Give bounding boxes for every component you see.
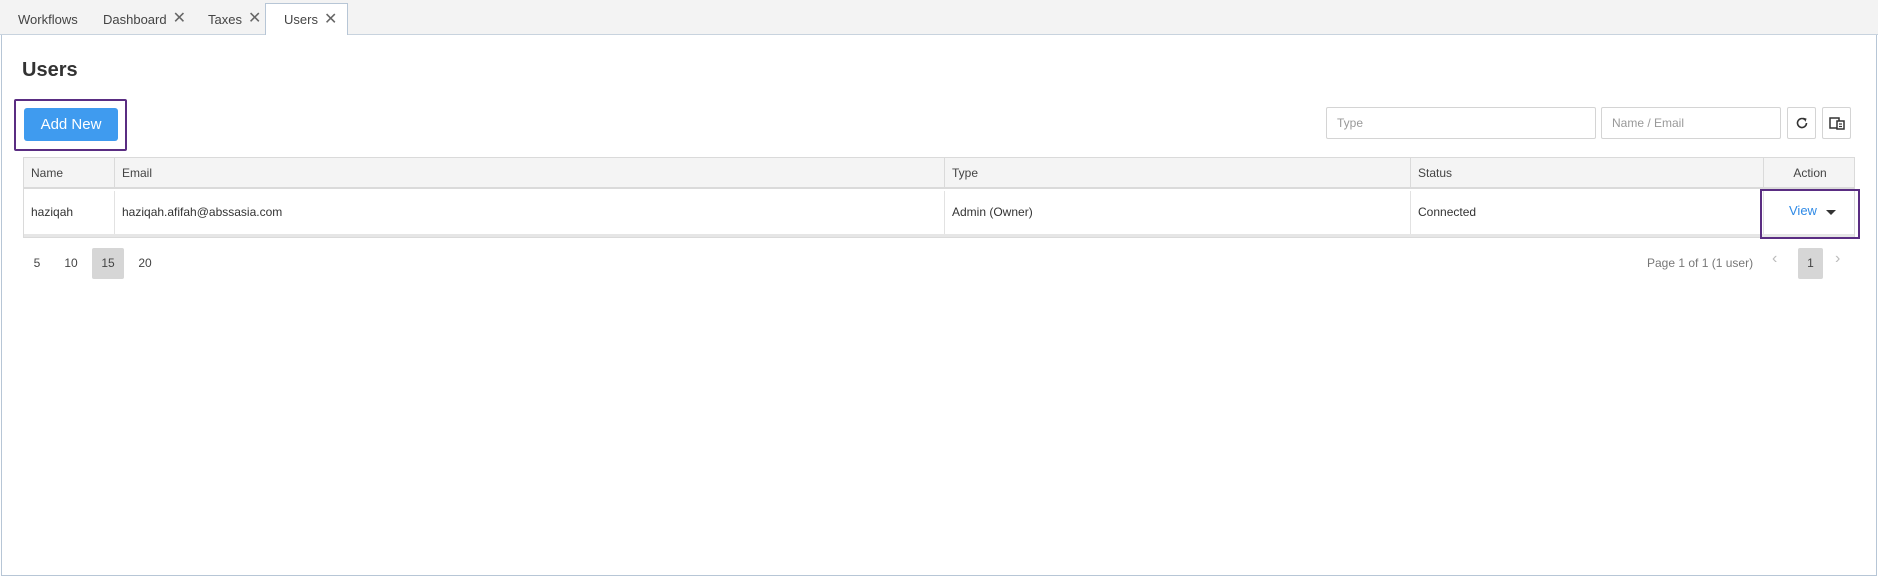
name-email-search-input[interactable]: Name / Email <box>1601 107 1781 139</box>
column-header-status[interactable]: Status <box>1411 158 1764 189</box>
close-icon[interactable]: ✕ <box>173 11 186 27</box>
type-filter-input[interactable]: Type <box>1326 107 1596 139</box>
chevron-down-icon[interactable] <box>1826 210 1836 215</box>
tab-label: Users <box>284 12 318 27</box>
refresh-icon <box>1796 117 1807 129</box>
page-size-option[interactable]: 20 <box>130 248 160 279</box>
close-icon[interactable]: ✕ <box>248 11 261 27</box>
table-row[interactable]: haziqah haziqah.afifah@abssasia.com Admi… <box>24 191 1854 237</box>
cell-email: haziqah.afifah@abssasia.com <box>115 191 945 234</box>
page-size-option[interactable]: 10 <box>56 248 86 279</box>
tab-users[interactable]: Users ✕ <box>265 3 349 36</box>
tab-label: Workflows <box>18 11 78 27</box>
chevron-left-icon[interactable]: ‹ <box>1772 250 1777 268</box>
tab-label: Taxes <box>208 11 242 27</box>
page-number-button[interactable]: 1 <box>1798 248 1823 279</box>
add-new-button[interactable]: Add New <box>24 108 118 141</box>
column-header-action: Action <box>1793 166 1827 180</box>
refresh-button[interactable] <box>1787 107 1816 139</box>
columns-icon <box>1828 117 1845 130</box>
close-icon[interactable]: ✕ <box>324 11 337 28</box>
view-link[interactable]: View <box>1789 203 1817 218</box>
users-table: Name Email Type Status Action haziqah ha… <box>23 157 1855 238</box>
chevron-right-icon[interactable]: › <box>1835 250 1840 268</box>
tab-taxes[interactable]: Taxes ✕ <box>190 3 271 35</box>
column-header-email[interactable]: Email <box>115 158 945 189</box>
tab-dashboard[interactable]: Dashboard ✕ <box>85 3 196 35</box>
page-size-option[interactable]: 5 <box>22 248 52 279</box>
column-header-type[interactable]: Type <box>945 158 1411 189</box>
table-header: Name Email Type Status Action <box>24 158 1854 189</box>
column-header-name[interactable]: Name <box>24 158 115 189</box>
cell-status: Connected <box>1411 191 1764 234</box>
tab-workflows[interactable]: Workflows <box>0 3 88 35</box>
cell-name: haziqah <box>24 191 115 234</box>
cell-type: Admin (Owner) <box>945 191 1411 234</box>
page-title: Users <box>22 59 78 81</box>
page-size-option-selected[interactable]: 15 <box>92 248 124 279</box>
page-info: Page 1 of 1 (1 user) <box>1647 256 1754 270</box>
tab-label: Dashboard <box>103 11 167 27</box>
columns-button[interactable] <box>1822 107 1851 139</box>
tab-bar: Workflows Dashboard ✕ Taxes ✕ Users ✕ <box>0 0 1878 36</box>
